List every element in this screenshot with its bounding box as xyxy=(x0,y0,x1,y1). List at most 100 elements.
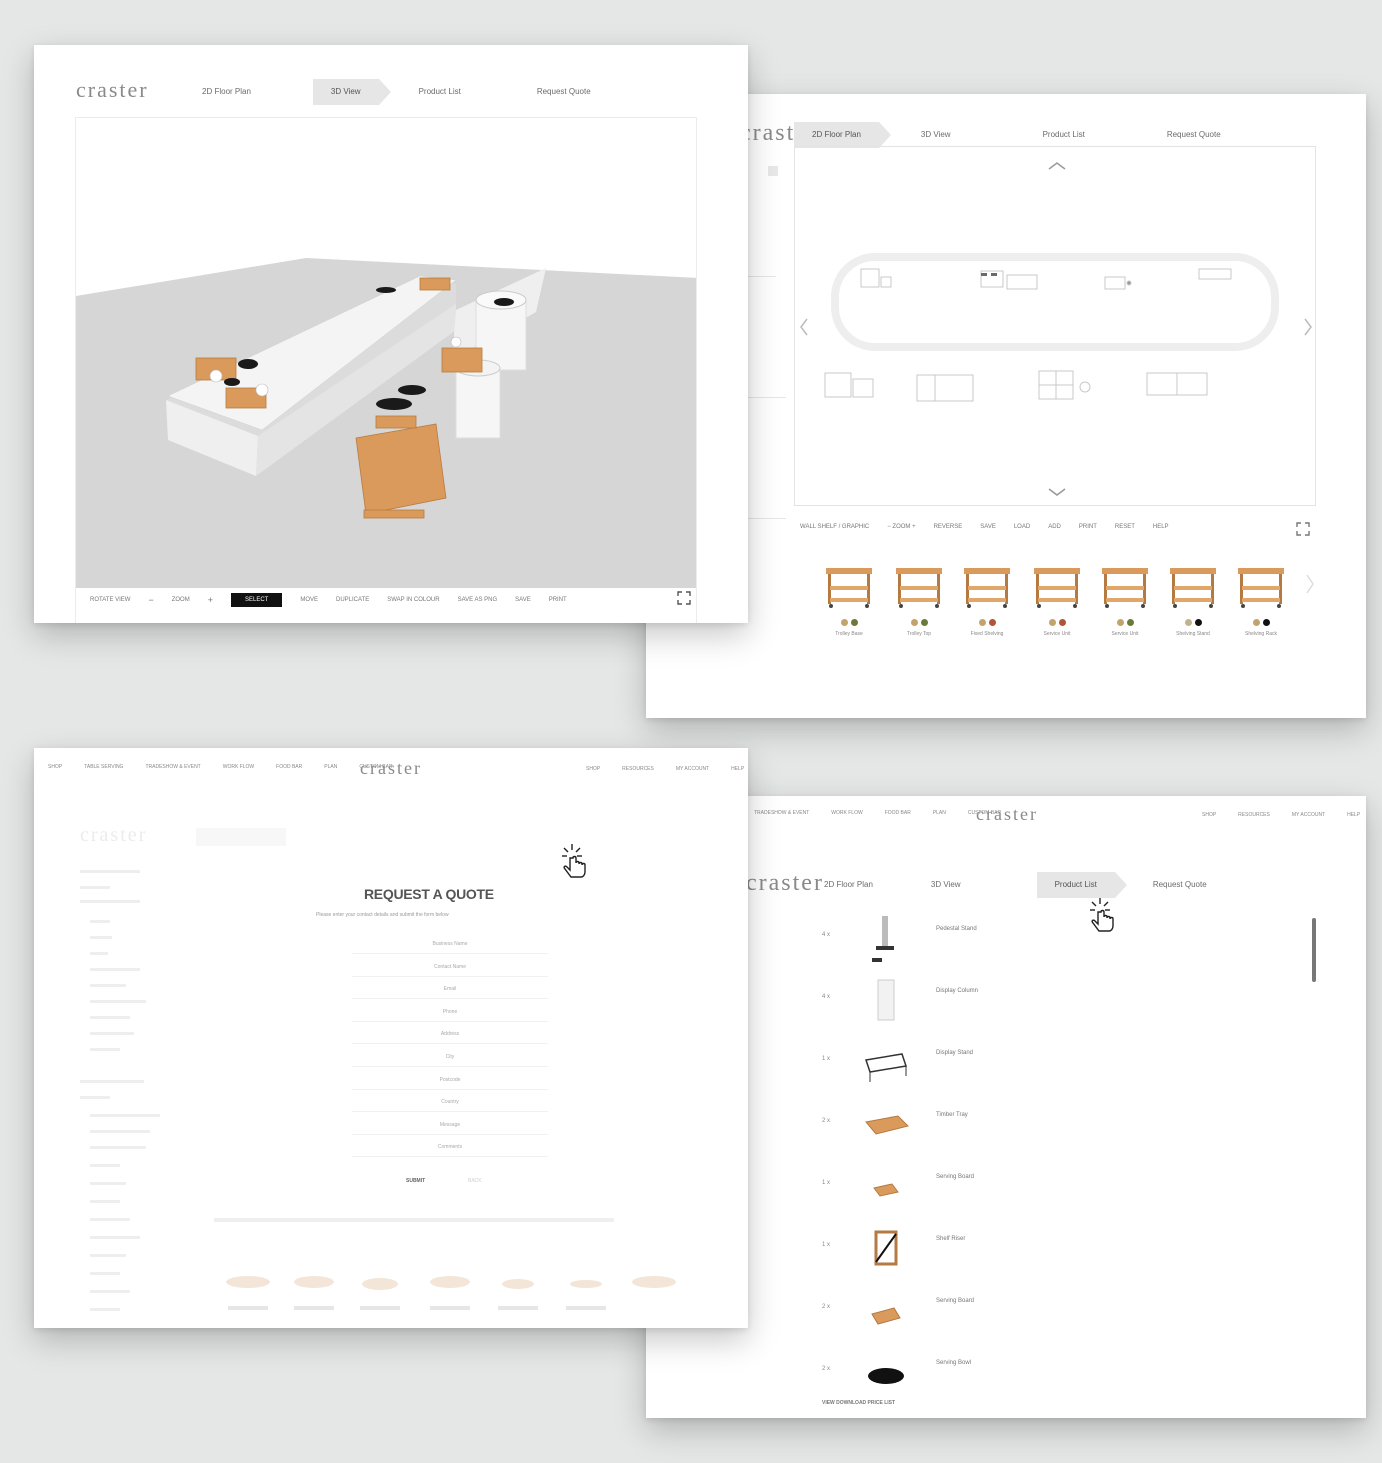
toolbar-save[interactable]: SAVE xyxy=(980,524,996,530)
nav-plan[interactable]: PLAN xyxy=(933,810,946,816)
color-swatch[interactable] xyxy=(850,619,858,626)
tab-3d-view[interactable]: 3D View xyxy=(903,122,969,148)
nav-plan[interactable]: PLAN xyxy=(324,764,337,770)
toolbar-rotate-view[interactable]: ROTATE VIEW xyxy=(90,597,130,603)
toolbar-print[interactable]: PRINT xyxy=(1079,524,1097,530)
tab-product-list[interactable]: Product List xyxy=(1036,872,1128,898)
toolbar-zoom[interactable]: − ZOOM + xyxy=(887,524,915,530)
toolbar-reverse[interactable]: REVERSE xyxy=(934,524,963,530)
carousel-product[interactable]: Service Unit xyxy=(1094,562,1156,638)
floor-plan-canvas[interactable] xyxy=(794,146,1316,506)
tab-2d-floor-plan[interactable]: 2D Floor Plan xyxy=(806,872,891,898)
product-list-row[interactable]: 2 x Serving Board xyxy=(822,1284,1302,1344)
toolbar-print[interactable]: PRINT xyxy=(549,597,567,603)
carousel-next-icon[interactable] xyxy=(1304,572,1316,596)
toolbar-wall-shelf[interactable]: WALL SHELF / GRAPHIC xyxy=(800,524,869,530)
color-swatch[interactable] xyxy=(1194,619,1202,626)
nav-resources[interactable]: RESOURCES xyxy=(1238,812,1270,818)
toolbar-duplicate[interactable]: DUPLICATE xyxy=(336,597,369,603)
3d-viewport[interactable] xyxy=(75,117,697,623)
tab-2d-floor-plan[interactable]: 2D Floor Plan xyxy=(794,122,891,148)
color-swatch[interactable] xyxy=(1048,619,1056,626)
tab-3d-view[interactable]: 3D View xyxy=(913,872,979,898)
fullscreen-icon[interactable] xyxy=(677,591,691,605)
tab-product-list[interactable]: Product List xyxy=(401,79,479,105)
product-list-row[interactable]: 4 x Pedestal Stand xyxy=(822,912,1302,972)
color-swatch[interactable] xyxy=(840,619,848,626)
color-swatch[interactable] xyxy=(988,619,996,626)
toolbar-zoom-in[interactable]: + xyxy=(208,595,213,605)
nav-table-serving[interactable]: TABLE SERVING xyxy=(84,764,123,770)
tab-product-list[interactable]: Product List xyxy=(1025,122,1103,148)
color-swatch[interactable] xyxy=(1252,619,1260,626)
download-price-link[interactable]: VIEW DOWNLOAD PRICE LIST xyxy=(822,1400,895,1406)
nav-help[interactable]: HELP xyxy=(1347,812,1360,818)
fullscreen-icon[interactable] xyxy=(1296,522,1310,536)
tab-request-quote[interactable]: Request Quote xyxy=(519,79,609,105)
color-swatch[interactable] xyxy=(1184,619,1192,626)
color-swatch[interactable] xyxy=(1126,619,1134,626)
carousel-product[interactable]: Service Unit xyxy=(1026,562,1088,638)
product-list-row[interactable]: 1 x Serving Board xyxy=(822,1160,1302,1220)
nav-work-flow[interactable]: WORK FLOW xyxy=(831,810,862,816)
form-field[interactable]: Contact Name xyxy=(352,957,548,977)
form-field[interactable]: Comments xyxy=(352,1137,548,1158)
toolbar-swap-colour[interactable]: SWAP IN COLOUR xyxy=(387,597,439,603)
nav-help[interactable]: HELP xyxy=(731,766,744,772)
color-swatch[interactable] xyxy=(1262,619,1270,626)
scrollbar-thumb[interactable] xyxy=(1312,918,1316,982)
tab-request-quote[interactable]: Request Quote xyxy=(1149,122,1239,148)
color-swatch[interactable] xyxy=(910,619,918,626)
toolbar-load[interactable]: LOAD xyxy=(1014,524,1030,530)
nav-account[interactable]: MY ACCOUNT xyxy=(676,766,709,772)
color-swatch[interactable] xyxy=(1058,619,1066,626)
nav-tradeshow[interactable]: TRADESHOW & EVENT xyxy=(145,764,200,770)
toolbar-add[interactable]: ADD xyxy=(1048,524,1061,530)
form-field[interactable]: City xyxy=(352,1047,548,1067)
toolbar-save[interactable]: SAVE xyxy=(515,597,531,603)
toolbar-reset[interactable]: RESET xyxy=(1115,524,1135,530)
product-list-row[interactable]: 2 x Timber Tray xyxy=(822,1098,1302,1158)
product-list-row[interactable]: 1 x Shelf Riser xyxy=(822,1222,1302,1282)
nav-resources[interactable]: RESOURCES xyxy=(622,766,654,772)
toolbar-select[interactable]: SELECT xyxy=(230,593,283,607)
product-list-row[interactable]: 1 x Display Stand xyxy=(822,1036,1302,1096)
submit-button[interactable]: SUBMIT xyxy=(406,1178,425,1184)
product-thumbnail xyxy=(964,568,1010,608)
back-button[interactable]: BACK xyxy=(468,1178,482,1184)
form-field[interactable]: Country xyxy=(352,1092,548,1113)
carousel-product[interactable]: Trolley Top xyxy=(888,562,950,638)
carousel-product[interactable]: Shelving Rack xyxy=(1230,562,1292,638)
nav-food-bar[interactable]: FOOD BAR xyxy=(276,764,302,770)
carousel-product[interactable]: Fixed Shelving xyxy=(956,562,1018,638)
color-swatch[interactable] xyxy=(920,619,928,626)
toolbar-save-png[interactable]: SAVE AS PNG xyxy=(458,597,498,603)
nav-shop-right[interactable]: SHOP xyxy=(586,766,600,772)
form-field[interactable]: Postcode xyxy=(352,1070,548,1090)
carousel-product[interactable]: Trolley Base xyxy=(818,562,880,638)
form-field[interactable]: Phone xyxy=(352,1002,548,1022)
tab-bar: 2D Floor Plan 3D View Product List Reque… xyxy=(184,79,609,105)
nav-work-flow[interactable]: WORK FLOW xyxy=(223,764,254,770)
nav-shop[interactable]: SHOP xyxy=(1202,812,1216,818)
toolbar-help[interactable]: HELP xyxy=(1153,524,1169,530)
form-field[interactable]: Address xyxy=(352,1024,548,1045)
nav-food-bar[interactable]: FOOD BAR xyxy=(885,810,911,816)
swatch-row xyxy=(1162,619,1224,626)
carousel-product[interactable]: Shelving Stand xyxy=(1162,562,1224,638)
form-field[interactable]: Email xyxy=(352,979,548,1000)
color-swatch[interactable] xyxy=(978,619,986,626)
color-swatch[interactable] xyxy=(1116,619,1124,626)
nav-account[interactable]: MY ACCOUNT xyxy=(1292,812,1325,818)
toolbar-zoom-out[interactable]: − xyxy=(148,595,153,605)
tab-2d-floor-plan[interactable]: 2D Floor Plan xyxy=(184,79,269,105)
tab-request-quote[interactable]: Request Quote xyxy=(1135,872,1225,898)
nav-shop[interactable]: SHOP xyxy=(48,764,62,770)
tab-3d-view[interactable]: 3D View xyxy=(312,79,391,105)
product-list-row[interactable]: 2 x Serving Bowl xyxy=(822,1346,1302,1406)
toolbar-move[interactable]: MOVE xyxy=(300,597,318,603)
form-field[interactable]: Message xyxy=(352,1115,548,1135)
form-field[interactable]: Business Name xyxy=(352,934,548,954)
nav-tradeshow[interactable]: TRADESHOW & EVENT xyxy=(754,810,809,816)
product-list-row[interactable]: 4 x Display Column xyxy=(822,974,1302,1034)
